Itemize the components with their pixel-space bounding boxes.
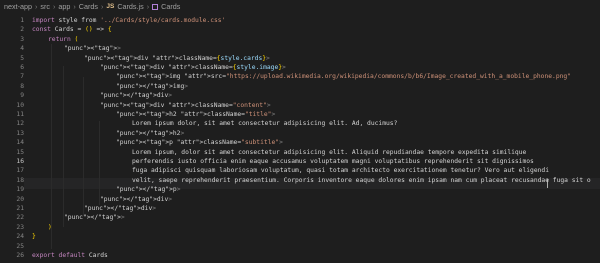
breadcrumb-item-symbol[interactable]: Cards — [161, 2, 180, 11]
code-text: export default Cards — [32, 252, 108, 259]
chevron-right-icon: › — [73, 2, 76, 11]
breadcrumb-item-src[interactable]: src — [40, 2, 50, 11]
javascript-file-icon: JS — [106, 3, 115, 10]
breadcrumb: next-app › src › app › Cards › JS Cards.… — [0, 0, 600, 13]
breadcrumb-item-app[interactable]: app — [58, 2, 70, 11]
chevron-right-icon: › — [52, 2, 56, 11]
chevron-right-icon: › — [34, 2, 38, 11]
code-editor[interactable]: 1 import style from '../Cards/style/cards… — [0, 13, 600, 263]
line-number: 26 — [16, 252, 24, 259]
breadcrumb-item-cards-folder[interactable]: Cards — [79, 2, 98, 11]
code-line[interactable]: 26 export default Cards — [0, 250, 600, 261]
breadcrumb-item-file[interactable]: Cards.js — [117, 2, 143, 11]
chevron-right-icon: › — [100, 2, 104, 11]
breadcrumb-item-root[interactable]: next-app — [4, 2, 32, 11]
symbol-function-icon — [152, 3, 159, 10]
chevron-right-icon: › — [146, 2, 150, 11]
